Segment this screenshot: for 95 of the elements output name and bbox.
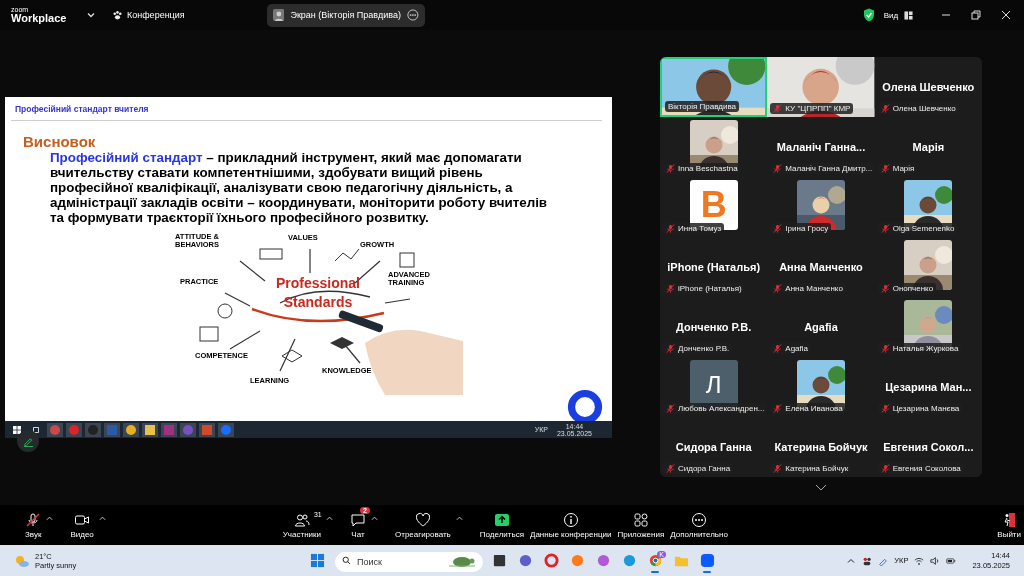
- participant-title: Маланіч Ганна...: [776, 141, 866, 153]
- participant-name: КУ "ЦПРПП" КМР: [785, 104, 851, 113]
- app-icon: [595, 553, 611, 568]
- participant-title: Донченко Р.В.: [675, 321, 752, 333]
- app-icon: [621, 553, 637, 568]
- participant-name: Анна Манченко: [785, 284, 843, 293]
- app-icon: [517, 553, 533, 568]
- grid-icon[interactable]: [904, 10, 914, 20]
- info-icon: [562, 511, 579, 528]
- participant-name: iPhone (Наталья): [678, 284, 742, 293]
- people-icon: [293, 511, 310, 528]
- apps-icon: [632, 511, 649, 528]
- people-icon[interactable]: [862, 555, 873, 566]
- toolbar-button[interactable]: Видео: [67, 511, 97, 539]
- participant-name: Ірина Гросу: [785, 224, 829, 233]
- caret-icon[interactable]: [326, 515, 333, 521]
- participant-title: Олена Шевченко: [882, 81, 975, 93]
- paw-icon: [112, 9, 123, 21]
- participant-name: Agafia: [785, 344, 808, 353]
- ring-icon: [567, 389, 603, 421]
- diagram-label: Professional Standards: [275, 274, 361, 312]
- participant-name: Inna Beschastna: [678, 164, 738, 173]
- volume-icon[interactable]: [930, 555, 941, 566]
- app-icon: [543, 553, 559, 568]
- toolbar-button[interactable]: Данные конференции: [527, 511, 615, 539]
- app-icon: [647, 553, 663, 568]
- wifi-icon[interactable]: [914, 555, 925, 566]
- toolbar-button[interactable]: Поделиться: [476, 511, 527, 539]
- app-icon: [699, 553, 715, 568]
- app-icon: [569, 553, 585, 568]
- view-button[interactable]: Вид: [883, 10, 899, 20]
- share-pill-label: Экран (Вікторія Правдива): [290, 10, 401, 20]
- toolbar-button[interactable]: Приложения: [614, 511, 668, 539]
- participant-name: Маланіч Ганна Дмитр...: [785, 164, 873, 173]
- participant-title: iPhone (Наталья): [667, 261, 761, 273]
- windows-start-icon[interactable]: [13, 425, 21, 434]
- participant-name: Инна Томуз: [678, 224, 722, 233]
- slide-paragraph: Професійний стандарт – прикладний інструмент, який має допомагати вчительству ставати компетентнішими, здобувати вищий рівень професійної кваліфікації, аналізувати свою педагогічну діяльність, а адміністрації закладів освіти – координувати, моніторити роботу вчителів та формувати траєкторії їхнього професійного розвитку.: [50, 150, 549, 225]
- toolbar-button[interactable]: Дополнительно: [667, 511, 731, 539]
- participant-name: Евгения Соколова: [892, 464, 961, 473]
- participant-name: Донченко Р.В.: [678, 344, 730, 353]
- app-icon: [491, 553, 507, 568]
- participant-title: Марія: [912, 141, 945, 153]
- toolbar-button[interactable]: Выйти: [994, 511, 1024, 539]
- participant-name: Онопченко: [892, 284, 934, 293]
- exit-door-icon: [1001, 511, 1018, 528]
- participant-name: Любовь Александрен...: [678, 404, 765, 413]
- participant-name: Цезарина Манєва: [892, 404, 960, 413]
- participant-title: Цезарина Ман...: [885, 381, 972, 393]
- chevron-down-icon[interactable]: [815, 484, 827, 492]
- meeting-label[interactable]: Конференция: [127, 10, 185, 20]
- slide-heading: Висновок: [23, 133, 97, 150]
- more-icon[interactable]: [406, 9, 419, 21]
- participant-name: Марія: [892, 164, 915, 173]
- toolbar-button[interactable]: Отреагировать: [392, 511, 454, 539]
- participant-tile[interactable]: КУ "ЦПРПП" КМР: [767, 57, 875, 117]
- share-screen-icon: [493, 511, 510, 528]
- participant-name: Сидора Ганна: [678, 464, 731, 473]
- app-icon[interactable]: [142, 422, 158, 437]
- more-icon: [691, 511, 708, 528]
- participant-name: Olga Semenenko: [892, 224, 955, 233]
- participant-tile[interactable]: Вікторія Правдива: [660, 57, 768, 117]
- participant-name: Наталья Журкова: [892, 344, 959, 353]
- search-icon: [342, 556, 351, 565]
- avatar-icon: [272, 9, 285, 21]
- caret-icon[interactable]: [455, 515, 463, 521]
- participant-name: Катерина Бойчук: [785, 464, 849, 473]
- chevron-icon[interactable]: [86, 10, 96, 20]
- screen-share-pill[interactable]: Экран (Вікторія Правдива): [266, 3, 425, 27]
- annotate-button[interactable]: [17, 430, 39, 452]
- chat-icon: [350, 511, 366, 528]
- heart-icon: [414, 511, 431, 528]
- task-view-icon[interactable]: [32, 425, 40, 434]
- participant-title: Agafia: [804, 321, 838, 333]
- participant-title: Анна Манченко: [779, 261, 863, 273]
- slide-header: Професійний стандарт вчителя: [15, 104, 150, 114]
- participant-title: Катерина Бойчук: [774, 441, 868, 453]
- search-field[interactable]: Поиск: [335, 551, 483, 572]
- brand-name: Workplace: [11, 13, 68, 24]
- windows-start-icon[interactable]: [310, 553, 325, 568]
- toolbar-button[interactable]: Звук: [22, 511, 45, 539]
- participant-name: Олена Шевченко: [892, 104, 956, 113]
- app-icon[interactable]: [123, 422, 139, 437]
- close-icon[interactable]: [1001, 10, 1012, 20]
- participant-name: Вікторія Правдива: [668, 102, 737, 111]
- caret-icon[interactable]: [98, 515, 106, 521]
- participant-title: Евгения Сокол...: [883, 441, 974, 453]
- participant-name: Елена Иванова: [785, 404, 843, 413]
- restore-icon[interactable]: [971, 10, 982, 20]
- battery-icon[interactable]: [946, 555, 957, 566]
- shield-icon[interactable]: [862, 8, 875, 22]
- pencil-icon: [22, 435, 34, 447]
- caret-icon[interactable]: [46, 515, 54, 521]
- participant-title: Сидора Ганна: [675, 441, 752, 453]
- caret-icon[interactable]: [371, 515, 378, 521]
